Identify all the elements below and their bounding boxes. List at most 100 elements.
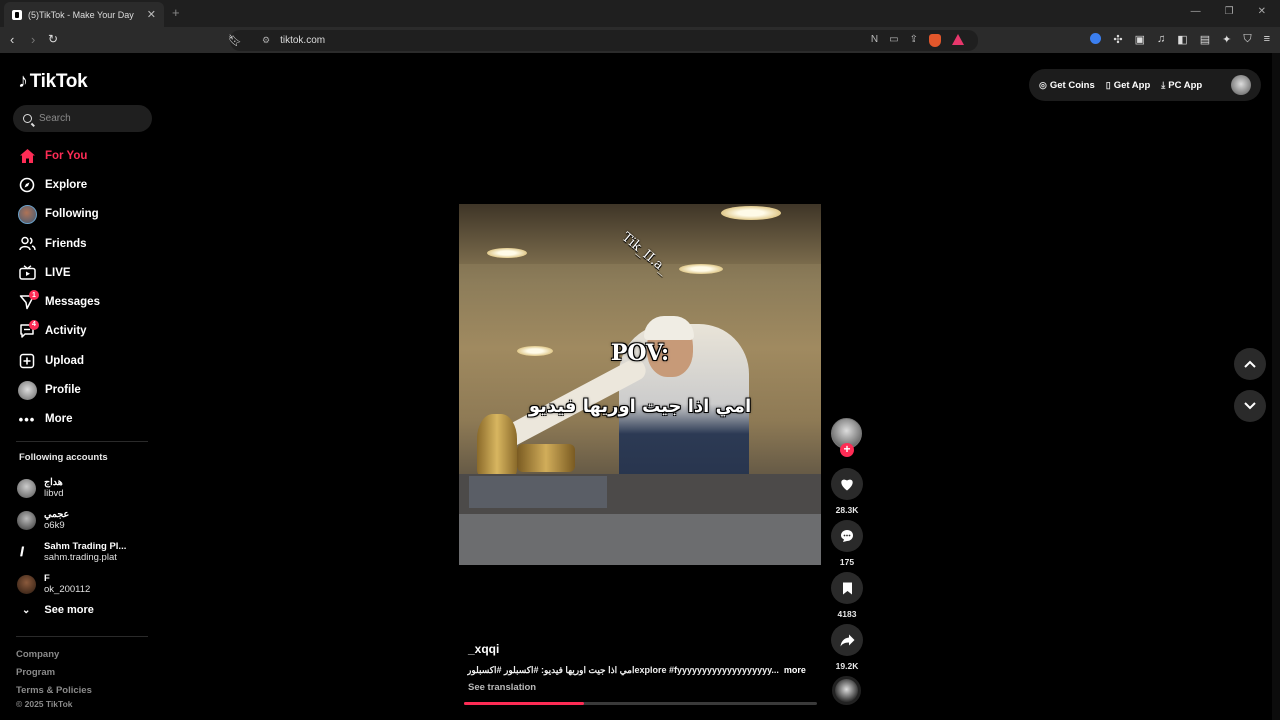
sidebar-item-explore[interactable]: Explore	[17, 170, 100, 199]
sidebar-item-following[interactable]: Following	[17, 200, 100, 229]
see-more-button[interactable]: ⌄ See more	[22, 604, 94, 616]
video-player[interactable]: Tik_II.a_ POV: امي اذا جيت اوريها فيديو	[459, 204, 821, 565]
save-count: 4183	[837, 609, 857, 619]
sidebar-item-more[interactable]: ••• More	[17, 405, 100, 434]
more-icon: •••	[18, 411, 36, 427]
page-scrollbar[interactable]	[1272, 53, 1280, 720]
like-count: 28.3K	[835, 505, 859, 515]
wallet-icon[interactable]: ▤	[1200, 33, 1210, 46]
footer-link-terms[interactable]: Terms & Policies	[16, 682, 92, 700]
video-overlay-title: POV:	[610, 340, 670, 366]
forward-icon[interactable]: ›	[31, 32, 35, 47]
chevron-down-icon	[1244, 402, 1256, 410]
account-handle: libvd	[44, 488, 64, 499]
reload-icon[interactable]: ↻	[48, 32, 58, 46]
see-more-label: See more	[44, 604, 94, 616]
browser-tab[interactable]: (5)TikTok - Make Your Day ✕	[4, 2, 164, 27]
leo-ai-icon[interactable]: ✦	[1222, 33, 1231, 46]
back-icon[interactable]: ‹	[10, 32, 14, 47]
footer-link-company[interactable]: Company	[16, 646, 92, 664]
new-tab-button[interactable]: +	[172, 5, 180, 20]
music-disc-icon[interactable]	[832, 676, 861, 705]
video-overlay-text: امي اذا جيت اوريها فيديو	[528, 396, 752, 417]
upload-icon	[17, 351, 37, 371]
reader-mode-icon[interactable]: N	[871, 34, 878, 47]
site-settings-icon[interactable]: ⚙	[262, 35, 270, 46]
sidebar-item-live[interactable]: LIVE	[17, 258, 100, 287]
sidebar-item-friends[interactable]: Friends	[17, 229, 100, 258]
account-handle: o6k9	[44, 520, 65, 531]
tiktok-favicon-icon	[12, 9, 22, 20]
restore-icon[interactable]: ❐	[1225, 6, 1234, 17]
share-button[interactable]	[831, 624, 863, 656]
tiktok-logo[interactable]: ♪ TikTok	[18, 70, 88, 93]
window-controls: — ❐ ✕	[1191, 6, 1266, 17]
sidebar-toggle-icon[interactable]: ◧	[1177, 33, 1187, 46]
next-video-button[interactable]	[1234, 390, 1266, 422]
follow-button[interactable]: +	[840, 443, 854, 457]
chevron-up-icon	[1244, 360, 1256, 368]
brave-rewards-icon[interactable]	[952, 34, 964, 45]
following-account[interactable]: F ok_200112	[17, 568, 126, 600]
extension-icon[interactable]	[1090, 33, 1102, 44]
comment-button[interactable]	[831, 520, 863, 552]
video-scene-box	[469, 476, 607, 508]
sidebar-item-for-you[interactable]: For You	[17, 141, 100, 170]
search-placeholder: Search	[39, 113, 71, 124]
screenshot-icon[interactable]: ▣	[1135, 33, 1145, 46]
copyright: © 2025 TikTok	[16, 699, 73, 709]
video-scene-light	[679, 264, 723, 274]
following-account[interactable]: هداج libvd	[17, 472, 126, 504]
pc-app-button[interactable]: ⤓ PC App	[1161, 80, 1202, 91]
video-progress-bar[interactable]	[464, 702, 817, 705]
like-button[interactable]	[831, 468, 863, 500]
minimize-icon[interactable]: —	[1191, 6, 1201, 17]
address-bar[interactable]: 🔖︎ ⚙ tiktok.com N ▭ ⇪	[228, 30, 978, 51]
search-input[interactable]: Search	[13, 105, 152, 132]
user-avatar[interactable]	[1231, 75, 1251, 95]
get-coins-button[interactable]: ◎ Get Coins	[1039, 80, 1095, 91]
friends-icon	[17, 234, 37, 254]
see-translation-button[interactable]: See translation	[468, 682, 536, 693]
brave-shield-icon[interactable]	[929, 34, 941, 47]
following-account[interactable]: عجمي o6k9	[17, 504, 126, 536]
caption-more-button[interactable]: more	[784, 665, 806, 676]
video-scene-dallah	[477, 414, 517, 476]
chevron-down-icon: ⌄	[22, 604, 31, 616]
bookmark-icon	[842, 582, 852, 594]
browser-toolbar: ‹ › ↻ 🔖︎ ⚙ tiktok.com N ▭ ⇪ ✣ ▣ ♫ ◧ ▤ ✦ …	[0, 27, 1280, 53]
get-app-button[interactable]: ▯ Get App	[1106, 80, 1151, 91]
following-account[interactable]: Sahm Trading Pl... sahm.trading.plat	[17, 536, 126, 568]
sidebar-item-activity[interactable]: 4 Activity	[17, 317, 100, 346]
account-handle: ok_200112	[44, 584, 91, 595]
url-text[interactable]: tiktok.com	[280, 35, 325, 46]
video-scene-tray	[517, 444, 575, 472]
puzzle-icon[interactable]: ✣	[1113, 33, 1122, 46]
sidebar-item-upload[interactable]: Upload	[17, 346, 100, 375]
divider	[16, 636, 148, 637]
close-window-icon[interactable]: ✕	[1258, 6, 1266, 17]
menu-icon[interactable]: ≡	[1264, 33, 1270, 46]
sidebar-item-label: Upload	[45, 354, 84, 367]
tab-close-icon[interactable]: ✕	[147, 8, 156, 21]
extensions-area: ✣ ▣ ♫ ◧ ▤ ✦ ⛉ ≡	[1090, 33, 1270, 46]
messages-badge: 1	[29, 290, 39, 301]
top-actions: ◎ Get Coins ▯ Get App ⤓ PC App	[1029, 69, 1261, 101]
video-author[interactable]: _xqqi	[468, 642, 499, 656]
vpn-shield-icon[interactable]: ⛉	[1243, 33, 1251, 46]
video-scene-counter-front	[459, 514, 821, 565]
cast-icon[interactable]: ▭	[889, 34, 898, 47]
save-button[interactable]	[831, 572, 863, 604]
get-app-label: Get App	[1113, 79, 1151, 91]
account-display-name: عجمي	[44, 509, 70, 520]
sidebar-item-label: LIVE	[45, 266, 71, 279]
divider	[16, 441, 148, 442]
footer-link-program[interactable]: Program	[16, 664, 92, 682]
media-icon[interactable]: ♫	[1157, 33, 1165, 46]
share-icon[interactable]: ⇪	[910, 34, 918, 47]
sidebar-item-label: More	[45, 413, 73, 426]
sidebar-item-messages[interactable]: 1 Messages	[17, 287, 100, 316]
bookmark-icon[interactable]: 🔖︎	[228, 34, 242, 47]
sidebar-item-profile[interactable]: Profile	[17, 375, 100, 404]
previous-video-button[interactable]	[1234, 348, 1266, 380]
